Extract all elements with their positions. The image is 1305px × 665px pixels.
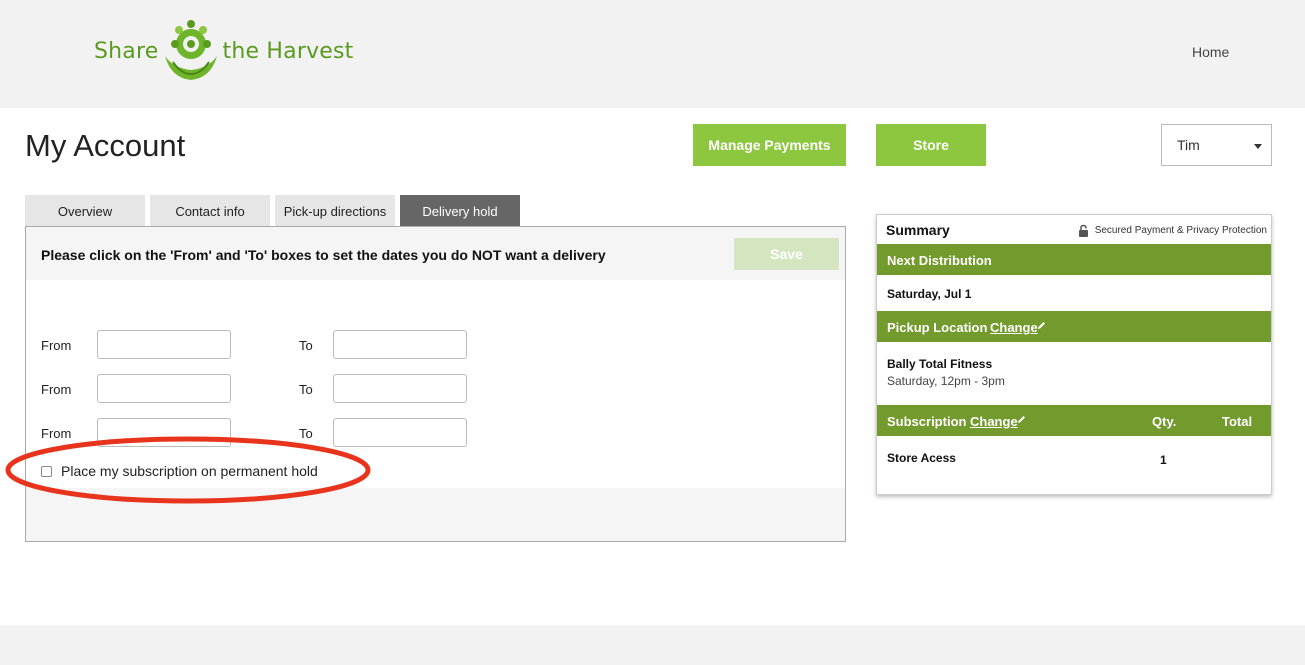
pickup-location-label: Pickup Location [887,320,988,335]
logo-text-left: Share [94,38,159,64]
pickup-change-link[interactable]: Change [990,320,1038,335]
manage-payments-button[interactable]: Manage Payments [693,124,846,166]
store-button[interactable]: Store [876,124,986,166]
subscription-label: Subscription [887,414,967,429]
from-label-1: From [41,338,72,353]
subscription-item-name: Store Acess [887,451,956,465]
nav-home-link[interactable]: Home [1192,44,1229,60]
to-date-input-2[interactable] [333,374,467,403]
page-title: My Account [25,128,186,163]
subscription-change-link[interactable]: Change [970,414,1018,429]
red-highlight-ellipse [5,436,371,504]
pickup-location-time: Saturday, 12pm - 3pm [887,374,1005,388]
site-header: Share the Harvest Home [0,0,1305,108]
from-date-input-1[interactable] [97,330,231,359]
logo-text-right: the Harvest [222,38,354,64]
to-date-input-1[interactable] [333,330,467,359]
caret-down-icon [1254,144,1262,149]
tab-delivery-hold[interactable]: Delivery hold [400,195,520,227]
qty-column-header: Qty. [1152,414,1177,429]
summary-box: Summary Secured Payment & Privacy Protec… [876,214,1272,495]
next-distribution-bar: Next Distribution [877,244,1271,275]
subscription-bar: Subscription Change Qty. Total [877,405,1271,436]
to-label-1: To [299,338,313,353]
total-column-header: Total [1222,414,1253,429]
from-label-2: From [41,382,72,397]
from-date-input-2[interactable] [97,374,231,403]
save-button[interactable]: Save [734,238,839,270]
tab-overview[interactable]: Overview [25,195,145,227]
harvest-hands-logo-icon [164,20,217,80]
secure-payment-text: Secured Payment & Privacy Protection [1094,225,1267,236]
secure-payment-note: Secured Payment & Privacy Protection [1078,224,1267,237]
pencil-icon [1038,322,1045,329]
site-footer [0,625,1305,665]
tab-pickup-directions[interactable]: Pick-up directions [275,195,395,227]
user-menu-dropdown[interactable]: Tim [1161,124,1272,166]
next-distribution-date: Saturday, Jul 1 [887,287,972,301]
user-menu-value: Tim [1177,137,1200,153]
pickup-location-name: Bally Total Fitness [887,357,993,371]
logo[interactable]: Share the Harvest [94,16,354,86]
subscription-item-qty: 1 [1160,453,1167,467]
to-label-2: To [299,382,313,397]
next-distribution-label: Next Distribution [887,253,992,268]
summary-title: Summary [886,222,950,238]
lock-icon [1078,224,1088,237]
delivery-hold-instruction: Please click on the 'From' and 'To' boxe… [41,247,606,263]
pickup-location-bar: Pickup Location Change [877,311,1271,342]
pencil-icon [1018,416,1025,423]
tab-contact-info[interactable]: Contact info [150,195,270,227]
panel-header: Please click on the 'From' and 'To' boxe… [26,227,845,280]
